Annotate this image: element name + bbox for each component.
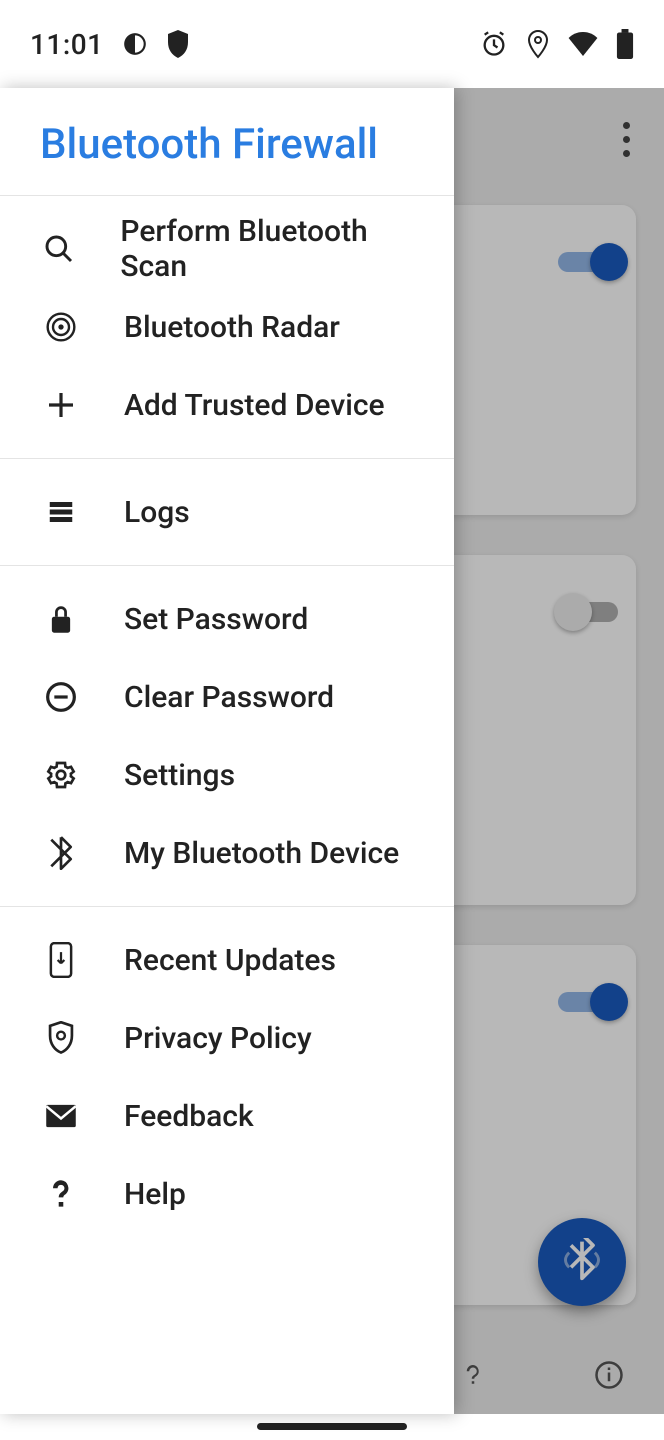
menu-label: Recent Updates <box>124 943 336 978</box>
menu-item-help[interactable]: Help <box>0 1155 454 1233</box>
status-bar: 11:01 <box>0 0 664 88</box>
status-time: 11:01 <box>30 28 104 61</box>
clear-icon <box>40 681 82 713</box>
menu-label: Feedback <box>124 1099 254 1134</box>
menu-item-privacy[interactable]: Privacy Policy <box>0 999 454 1077</box>
search-icon <box>40 233 78 265</box>
menu-item-updates[interactable]: Recent Updates <box>0 921 454 999</box>
menu-item-settings[interactable]: Settings <box>0 736 454 814</box>
lock-icon <box>40 603 82 635</box>
menu-label: Set Password <box>124 602 308 637</box>
gesture-bar[interactable] <box>257 1423 407 1430</box>
location-icon <box>526 29 550 59</box>
menu-label: Help <box>124 1177 186 1212</box>
help-icon <box>40 1178 82 1210</box>
phone-update-icon <box>40 942 82 978</box>
drawer-header: Bluetooth Firewall <box>0 88 454 195</box>
shield-status-icon <box>166 30 190 58</box>
menu-label: My Bluetooth Device <box>124 836 399 871</box>
menu-label: Logs <box>124 495 190 530</box>
plus-icon <box>40 389 82 421</box>
gear-icon <box>40 759 82 791</box>
menu-item-logs[interactable]: Logs <box>0 473 454 551</box>
dnd-icon <box>122 31 148 57</box>
alarm-icon <box>480 30 508 58</box>
menu-label: Bluetooth Radar <box>124 310 340 345</box>
radar-icon <box>40 311 82 343</box>
wifi-icon <box>568 32 598 56</box>
battery-icon <box>616 29 634 59</box>
menu-label: Perform Bluetooth Scan <box>120 214 414 284</box>
menu-label: Clear Password <box>124 680 334 715</box>
navigation-drawer: Bluetooth Firewall Perform Bluetooth Sca… <box>0 88 454 1414</box>
menu-item-set-password[interactable]: Set Password <box>0 580 454 658</box>
menu-item-my-device[interactable]: My Bluetooth Device <box>0 814 454 892</box>
menu-label: Privacy Policy <box>124 1021 312 1056</box>
mail-icon <box>40 1103 82 1129</box>
menu-item-add-trusted[interactable]: Add Trusted Device <box>0 366 454 444</box>
menu-item-feedback[interactable]: Feedback <box>0 1077 454 1155</box>
menu-item-clear-password[interactable]: Clear Password <box>0 658 454 736</box>
menu-label: Settings <box>124 758 235 793</box>
menu-label: Add Trusted Device <box>124 388 385 423</box>
menu-item-radar[interactable]: Bluetooth Radar <box>0 288 454 366</box>
shield-icon <box>40 1021 82 1055</box>
menu-item-scan[interactable]: Perform Bluetooth Scan <box>0 210 454 288</box>
drawer-title: Bluetooth Firewall <box>40 120 414 169</box>
bluetooth-icon <box>40 836 82 870</box>
logs-icon <box>40 497 82 527</box>
